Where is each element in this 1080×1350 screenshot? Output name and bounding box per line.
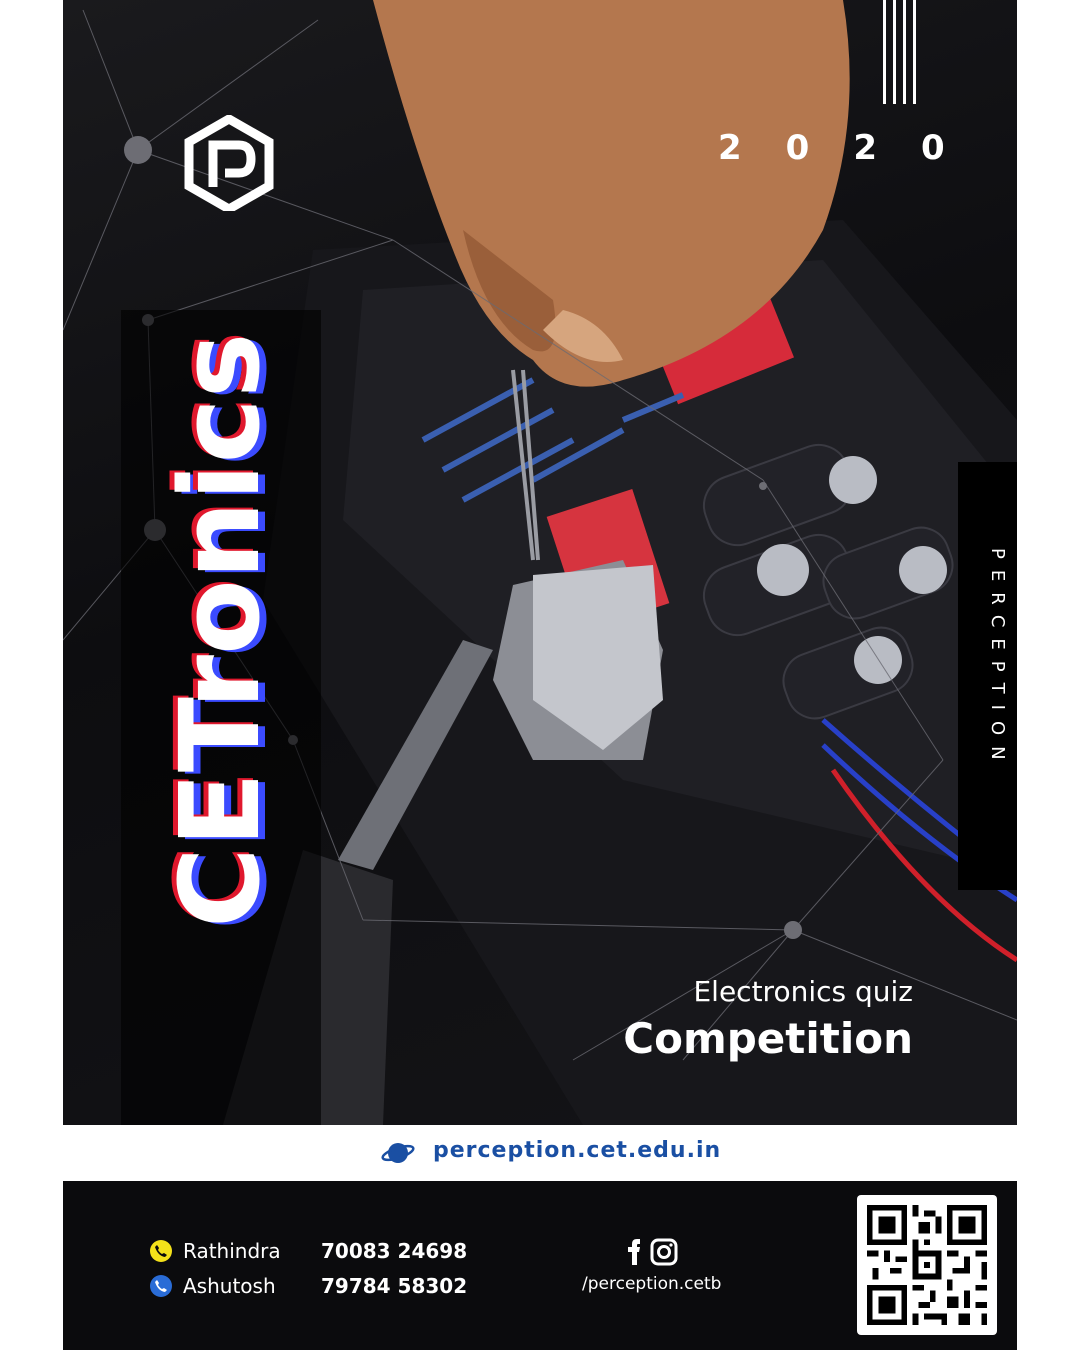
subtitle-line-2: Competition [623,1014,913,1063]
event-year: 2020 [718,128,989,168]
facebook-icon [628,1239,640,1265]
contact-name-2: Ashutosh [183,1274,276,1298]
footer: Rathindra 70083 24698 Ashutosh 79784 583… [63,1181,1017,1350]
phone-icon [150,1275,172,1297]
contact-name-1: Rathindra [183,1239,281,1263]
event-title: CETronics CETronics CETronics [151,331,291,930]
website-link[interactable]: perception.cet.edu.in [433,1138,721,1163]
subtitle-line-1: Electronics quiz [693,975,913,1008]
decorative-vertical-lines [883,0,917,104]
instagram-icon [650,1238,678,1266]
qr-code[interactable] [857,1195,997,1335]
phone-icon [150,1240,172,1262]
side-label: PERCEPTION [987,548,1008,771]
perception-logo-icon [183,113,275,215]
contact-phone-2[interactable]: 79784 58302 [321,1274,467,1298]
event-poster: 2020 CETronics CETronics CETronics PERCE… [63,0,1017,1350]
planet-icon [381,1138,415,1168]
social-icons [623,1237,683,1272]
contact-phone-1[interactable]: 70083 24698 [321,1239,467,1263]
social-handle[interactable]: /perception.cetb [582,1274,721,1294]
website-bar: perception.cet.edu.in [63,1125,1017,1181]
title-text: CETronics [156,332,284,928]
